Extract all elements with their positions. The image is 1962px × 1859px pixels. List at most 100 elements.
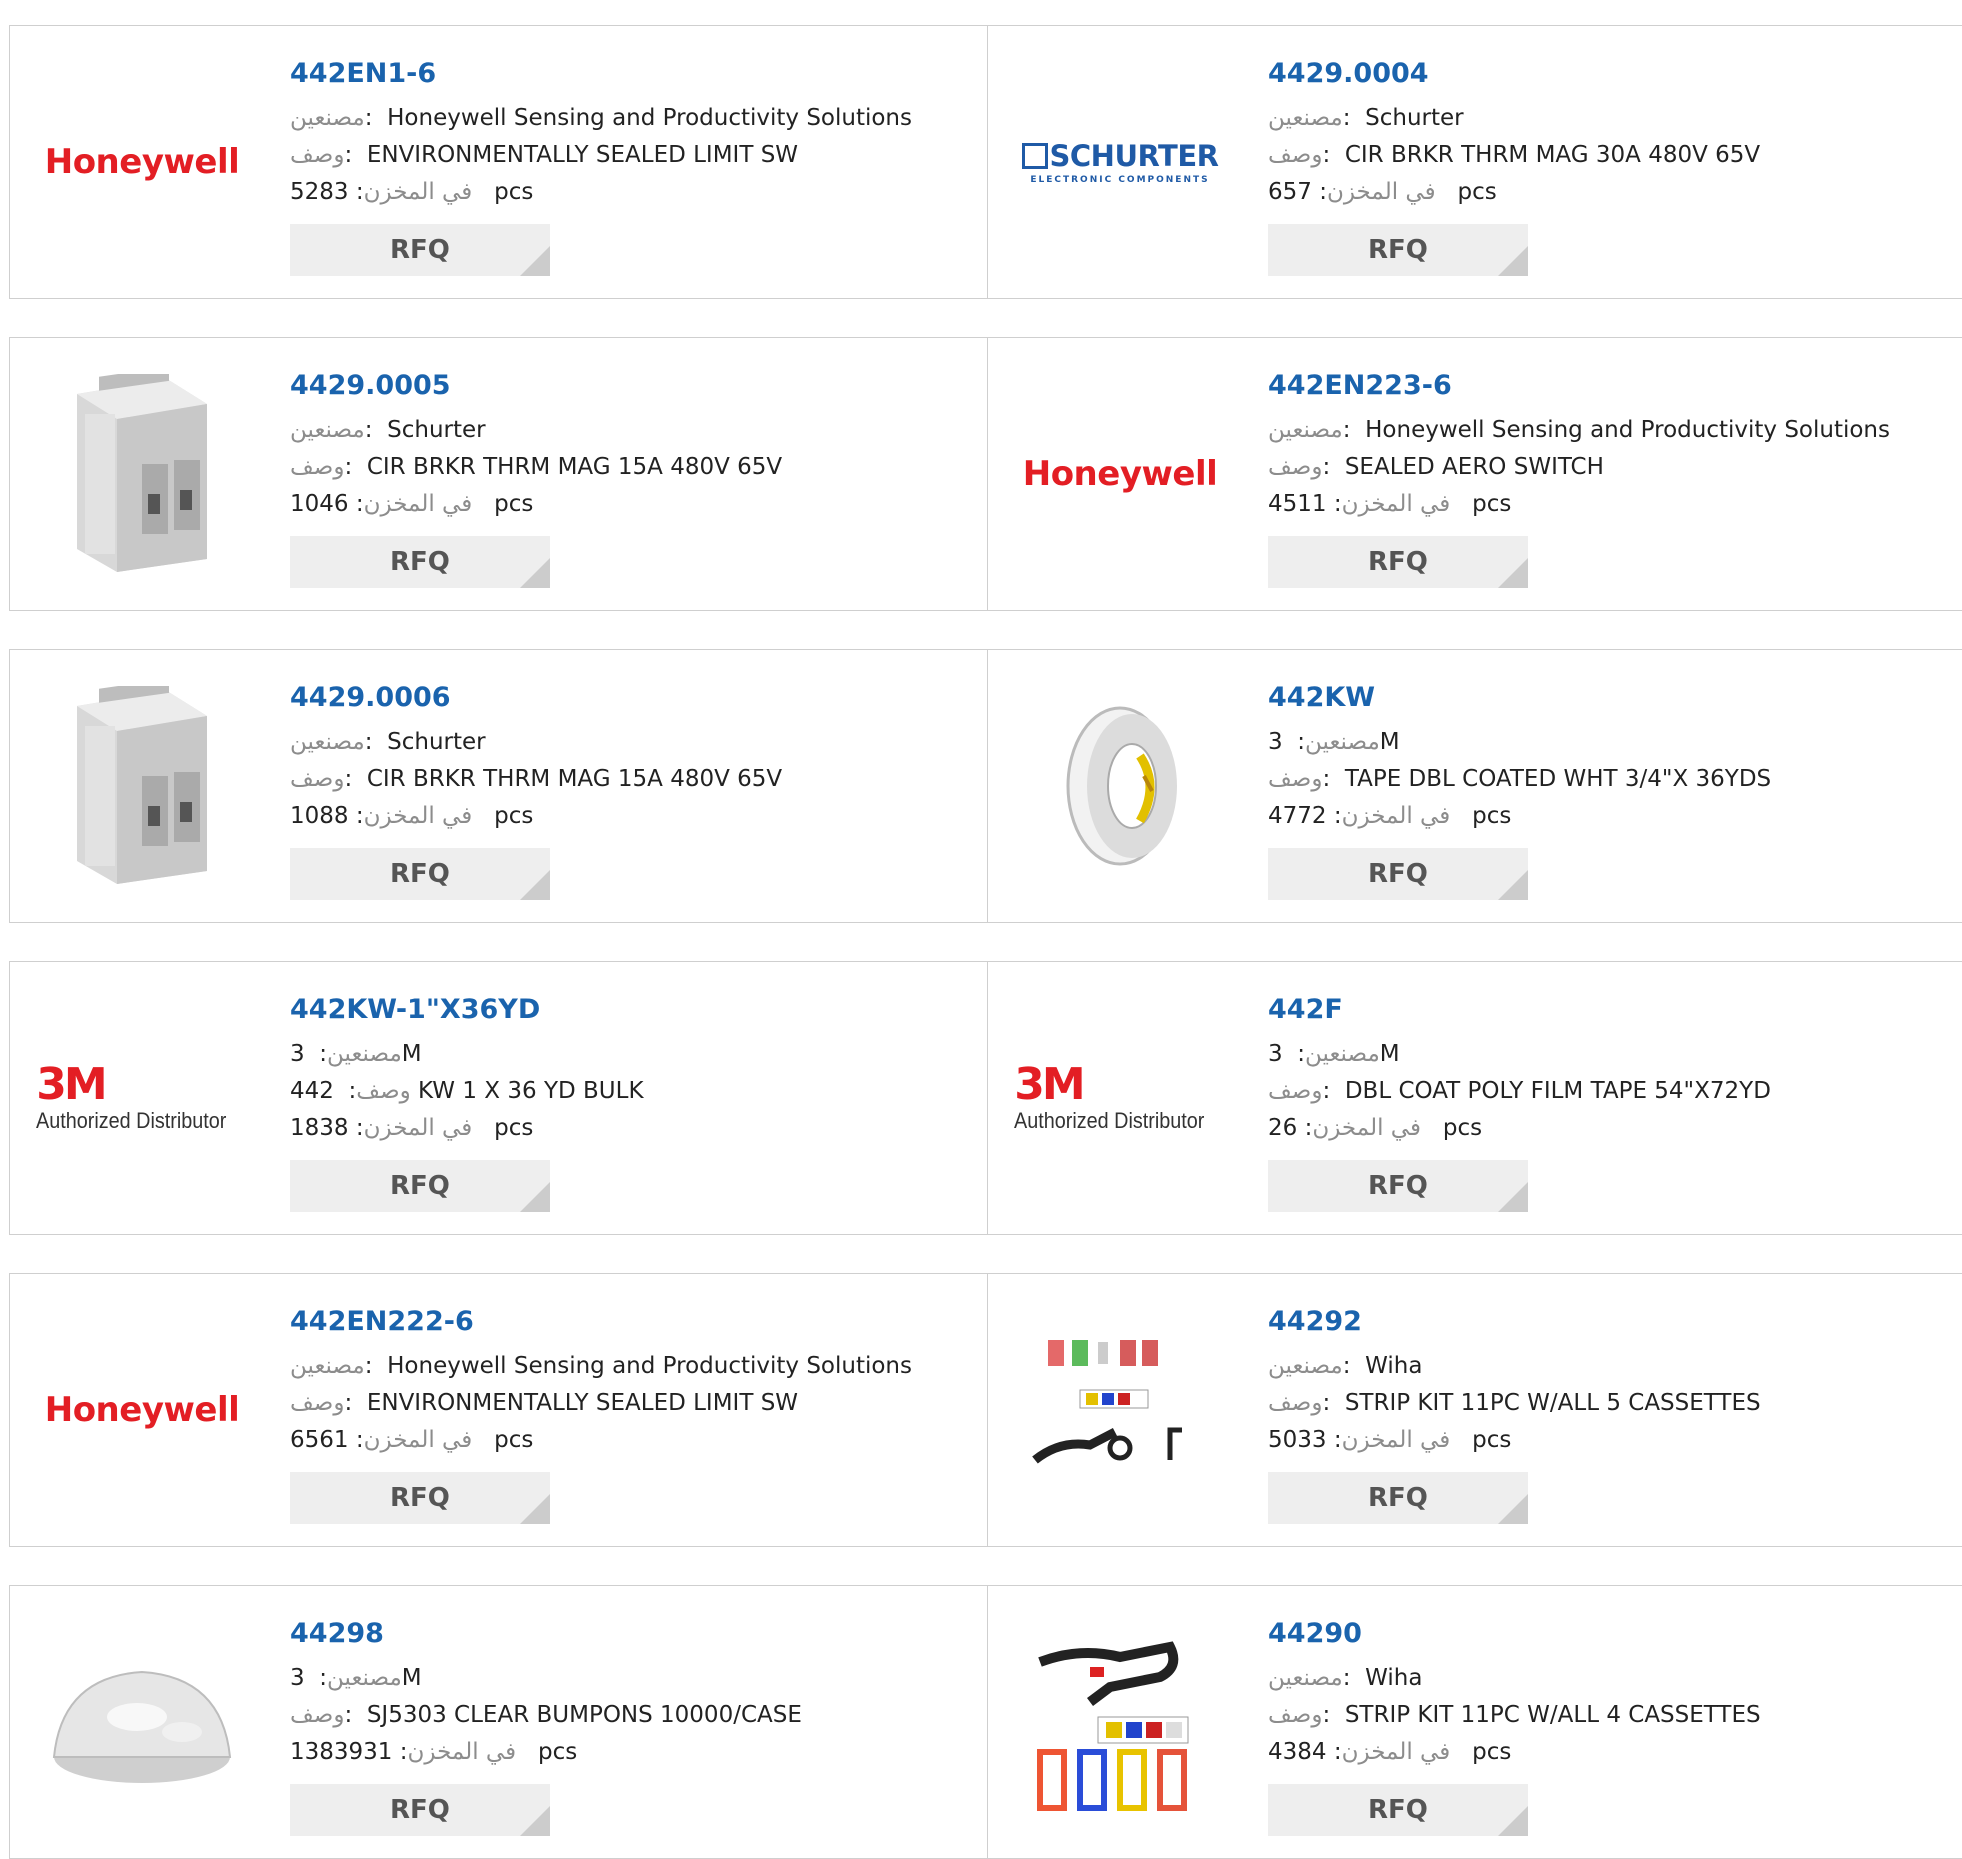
rfq-button-label: RFQ — [1368, 859, 1428, 889]
corner-triangle-icon — [1498, 870, 1528, 900]
manufacturer-label: مصنعين — [1268, 105, 1343, 131]
description-separator: : — [344, 1702, 367, 1728]
description-value: STRIP KIT 11PC W/ALL 5 CASSETTES — [1344, 1390, 1761, 1416]
stock-gap — [472, 1115, 494, 1141]
product-info: 4429.0004 مصنعين: Schurter وصف: CIR BRKR T… — [1268, 54, 1962, 211]
rfq-button[interactable]: RFQ — [1268, 536, 1528, 588]
rfq-button[interactable]: RFQ — [1268, 224, 1528, 276]
rfq-button[interactable]: RFQ — [1268, 1160, 1528, 1212]
product-info: 44290 مصنعين: Wiha وصف: STRIP KIT 11PC W/A… — [1268, 1614, 1962, 1771]
corner-triangle-icon — [1498, 1494, 1528, 1524]
stock-gap — [472, 491, 494, 517]
rfq-button[interactable]: RFQ — [290, 848, 550, 900]
stock-line: 1838 :في المخزن pcs — [290, 1110, 977, 1147]
stock-separator: : — [1326, 1427, 1342, 1453]
corner-triangle-icon — [520, 1182, 550, 1212]
description-value: ENVIRONMENTALLY SEALED LIMIT SW — [366, 1390, 799, 1416]
product-row: Honeywell 442EN1-6 مصنعين: Honeywell Sensi… — [9, 25, 1962, 299]
stock-gap — [1450, 1739, 1472, 1765]
rfq-button[interactable]: RFQ — [290, 224, 550, 276]
rfq-button[interactable]: RFQ — [1268, 1784, 1528, 1836]
stock-value: 6561 — [290, 1427, 349, 1453]
product-card: SCHURTER ELECTRONIC COMPONENTS 4429.0004 مص… — [987, 25, 1962, 299]
stock-unit: pcs — [1442, 1115, 1483, 1141]
rfq-button-label: RFQ — [1368, 1483, 1428, 1513]
part-number-link[interactable]: 442KW — [1268, 678, 1962, 718]
stock-value: 26 — [1268, 1115, 1298, 1141]
manufacturer-line: مصنعين: Wiha — [1268, 1660, 1962, 1697]
3m-logo-mark: 3M Authorized Distributor — [36, 1062, 248, 1134]
3m-mark-text: 3M — [1014, 1059, 1085, 1110]
rfq-button-label: RFQ — [390, 1795, 450, 1825]
stock-label: في المخزن — [1341, 491, 1451, 517]
part-number-link[interactable]: 442F — [1268, 990, 1962, 1030]
manufacturer-label: مصنعين — [1268, 1353, 1343, 1379]
manufacturer-line: مصنعين: Schurter — [290, 412, 977, 449]
stock-separator: : — [348, 803, 364, 829]
manufacturer-value: Schurter — [1365, 105, 1464, 131]
rfq-button[interactable]: RFQ — [1268, 1472, 1528, 1524]
manufacturer-label: مصنعين — [290, 729, 365, 755]
stock-value: 1383931 — [290, 1739, 393, 1765]
description-value: ENVIRONMENTALLY SEALED LIMIT SW — [366, 142, 799, 168]
honeywell-logo-text: Honeywell — [44, 1390, 240, 1430]
product-row: 4429.0005 مصنعين: Schurter وصف: CIR BRKR T… — [9, 337, 1962, 611]
part-number-link[interactable]: 442EN222-6 — [290, 1302, 977, 1342]
description-value: STRIP KIT 11PC W/ALL 4 CASSETTES — [1344, 1702, 1761, 1728]
manufacturer-value: Wiha — [1365, 1353, 1423, 1379]
part-number-link[interactable]: 4429.0006 — [290, 678, 977, 718]
rfq-button[interactable]: RFQ — [290, 536, 550, 588]
stock-unit: pcs — [1472, 803, 1512, 829]
description-line: وصف: SEALED AERO SWITCH — [1268, 449, 1962, 486]
stock-value: 5033 — [1268, 1427, 1327, 1453]
description-label: وصف — [1268, 1702, 1323, 1728]
part-number-link[interactable]: 442EN223-6 — [1268, 366, 1962, 406]
stock-label: في المخزن — [1341, 1427, 1451, 1453]
manufacturer-label: مصنعين — [327, 1665, 402, 1691]
manufacturer-line: مصنعين: 3M — [290, 1036, 977, 1073]
product-info: 4429.0006 مصنعين: Schurter وصف: CIR BRKR T… — [290, 678, 977, 835]
rfq-button-label: RFQ — [1368, 1795, 1428, 1825]
stock-label: في المخزن — [1341, 803, 1451, 829]
product-info: 442EN223-6 مصنعين: Honeywell Sensing and … — [1268, 366, 1962, 523]
product-card: 44298 مصنعين: 3M وصف: SJ5303 CLEAR BUMPONS… — [9, 1585, 988, 1859]
stock-label: في المخزن — [407, 1739, 517, 1765]
description-value: DBL COAT POLY FILM TAPE 54"X72YD — [1344, 1078, 1771, 1104]
part-number-link[interactable]: 4429.0005 — [290, 366, 977, 406]
stock-gap — [472, 179, 494, 205]
product-card: 442KW مصنعين: 3M وصف: TAPE DBL COATED WHT … — [987, 649, 1962, 923]
part-number-link[interactable]: 44298 — [290, 1614, 977, 1654]
schurter-logo-text: SCHURTER — [1049, 139, 1219, 173]
part-number-link[interactable]: 4429.0004 — [1268, 54, 1962, 94]
rfq-button[interactable]: RFQ — [290, 1160, 550, 1212]
product-info: 442KW-1"X36YD مصنعين: 3M وصف: 442 KW 1 X 3… — [290, 990, 977, 1147]
stock-label: في المخزن — [1312, 1115, 1421, 1141]
part-number-link[interactable]: 442EN1-6 — [290, 54, 977, 94]
rfq-button[interactable]: RFQ — [290, 1472, 550, 1524]
part-number-link[interactable]: 442KW-1"X36YD — [290, 990, 977, 1030]
rfq-button[interactable]: RFQ — [290, 1784, 550, 1836]
stock-separator: : — [348, 1115, 364, 1141]
description-label: وصف — [290, 1702, 345, 1728]
product-row: 3M Authorized Distributor 442KW-1"X36YD مصن… — [9, 961, 1962, 1235]
manufacturer-line: مصنعين: 3M — [290, 1660, 977, 1697]
product-info: 442KW مصنعين: 3M وصف: TAPE DBL COATED WHT … — [1268, 678, 1962, 835]
stock-gap — [472, 1427, 494, 1453]
stock-unit: pcs — [1457, 179, 1497, 205]
honeywell-logo-text: Honeywell — [44, 142, 240, 182]
rfq-button-label: RFQ — [390, 547, 450, 577]
manufacturer-label: مصنعين — [290, 1353, 365, 1379]
description-line: وصف: TAPE DBL COATED WHT 3/4"X 36YDS — [1268, 761, 1962, 798]
stock-separator: : — [348, 491, 364, 517]
3m-authorized-text: Authorized Distributor — [36, 1108, 227, 1133]
stock-value: 1088 — [290, 803, 349, 829]
manufacturer-line: مصنعين: Wiha — [1268, 1348, 1962, 1385]
3m-logo-mark: 3M Authorized Distributor — [1014, 1062, 1226, 1134]
stock-unit: pcs — [494, 491, 534, 517]
rfq-button[interactable]: RFQ — [1268, 848, 1528, 900]
corner-triangle-icon — [1498, 1806, 1528, 1836]
part-number-link[interactable]: 44290 — [1268, 1614, 1962, 1654]
stock-separator: : — [1311, 179, 1327, 205]
product-info: 442F مصنعين: 3M وصف: DBL COAT POLY FILM TA… — [1268, 990, 1962, 1147]
part-number-link[interactable]: 44292 — [1268, 1302, 1962, 1342]
